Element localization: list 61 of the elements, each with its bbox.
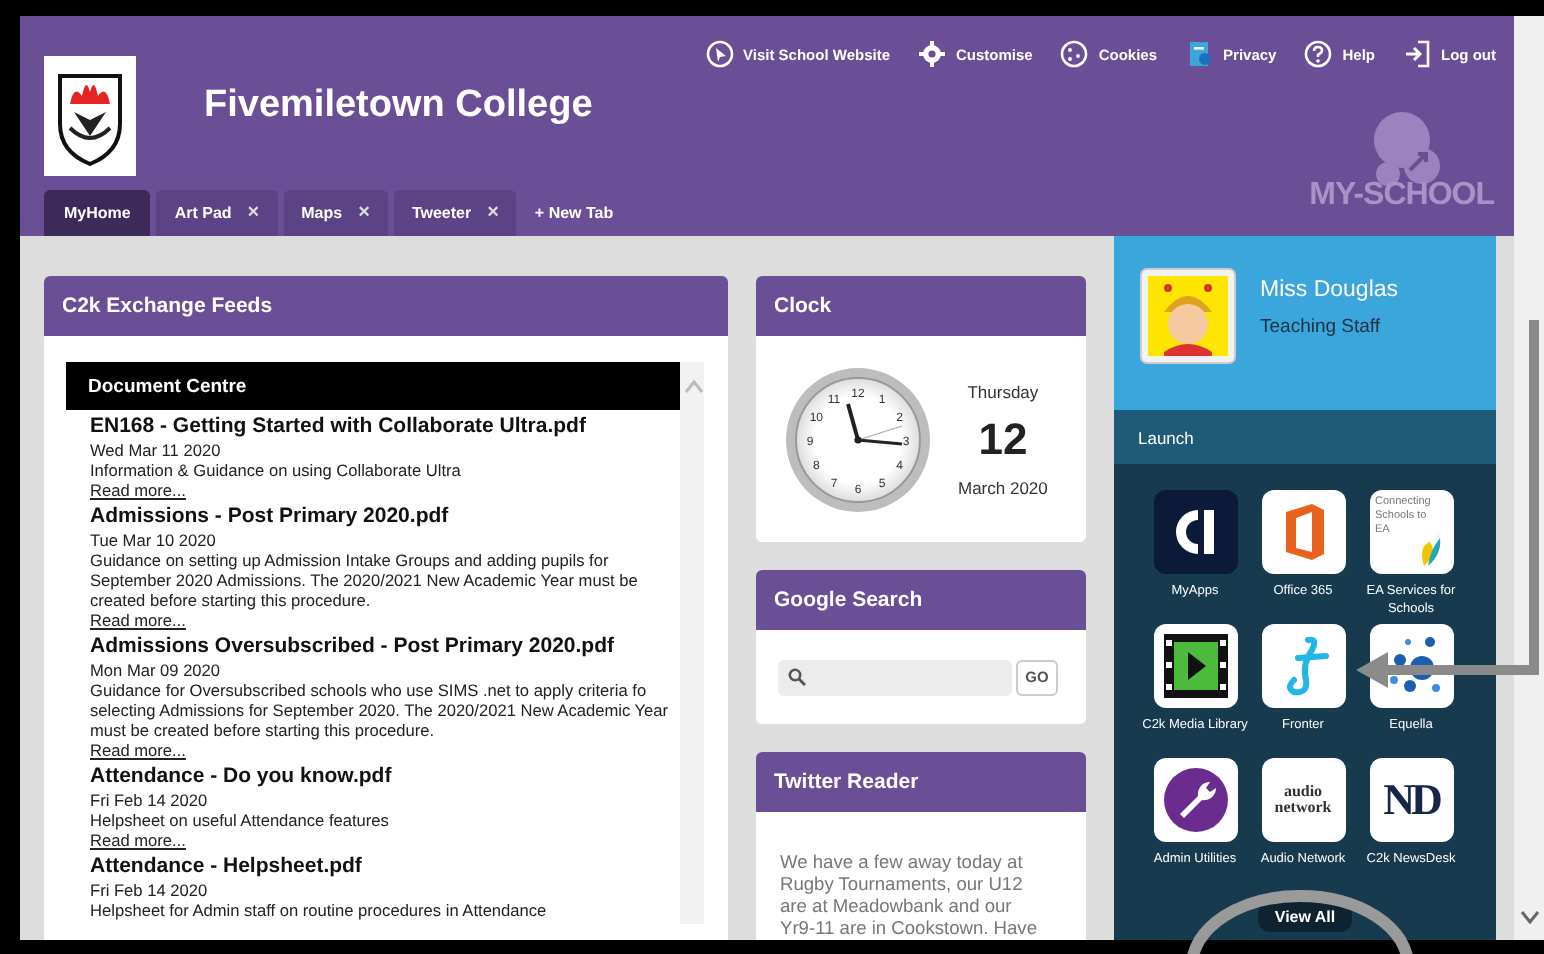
panel-title: C2k Exchange Feeds — [44, 276, 728, 336]
tab[interactable]: Maps × — [283, 190, 388, 236]
app-logo-icon[interactable]: ND — [1369, 758, 1453, 842]
search-icon — [788, 668, 806, 686]
feed-item-description: Helpsheet for Admin staff on routine procedures in Attendance — [90, 900, 549, 920]
day-number: 12 — [978, 413, 1028, 465]
wrench-icon[interactable] — [1153, 758, 1237, 842]
scroll-down-icon — [1519, 910, 1539, 924]
scroll-up-icon — [684, 378, 704, 394]
feed-item-description: Information & Guidance on using Collaborate Ultra — [90, 460, 463, 480]
tab[interactable]: Tweeter × — [393, 190, 517, 236]
panel-title: Clock — [756, 276, 1086, 336]
view-all-button[interactable]: View All — [1258, 902, 1352, 932]
school-crest-icon — [44, 56, 136, 176]
cookie-icon — [1060, 40, 1089, 68]
brand-logo-text: MY-SCHOOL — [1309, 178, 1494, 214]
logout-icon — [1403, 40, 1431, 68]
panel-title: Google Search — [756, 570, 1086, 630]
read-more-link[interactable]: Read more... — [90, 480, 186, 500]
read-more-link[interactable]: Read more... — [90, 610, 186, 630]
feed-item-date: Fri Feb 14 2020 — [90, 790, 210, 810]
app-logo-icon[interactable]: audio network — [1261, 758, 1345, 842]
tweet-text: We have a few away today at Rugby Tournaments, our U12 are at Meadowbank and our Yr9-11 are in Cookstown. Have — [778, 850, 1039, 940]
close-icon[interactable]: × — [247, 202, 260, 224]
feed-item-title[interactable]: Attendance - Helpsheet.pdf — [90, 854, 680, 880]
feed-item-title[interactable]: EN168 - Getting Started with Collaborate Ultra.pdf — [90, 414, 680, 440]
feed-item-title[interactable]: Attendance - Do you know.pdf — [90, 764, 680, 790]
weekday-text: Thursday — [967, 381, 1039, 401]
close-icon[interactable]: × — [358, 202, 370, 224]
school-name: Fivemiletown College — [204, 84, 593, 128]
new-tab-button[interactable]: + New Tab — [522, 190, 626, 236]
user-name: Miss Douglas — [1260, 278, 1399, 302]
document-icon — [1185, 40, 1214, 68]
read-more-link[interactable]: Read more... — [90, 830, 186, 850]
read-more-link[interactable]: Read more... — [90, 740, 186, 760]
cursor-icon — [705, 40, 733, 68]
tab[interactable]: MyHome — [44, 190, 151, 236]
feed-item-date: Mon Mar 09 2020 — [90, 660, 223, 680]
launch-heading: Launch — [1114, 410, 1496, 464]
feed-section-title: Document Centre — [66, 362, 680, 410]
app-logo-icon[interactable] — [1153, 490, 1237, 574]
feed-item-date: Fri Feb 14 2020 — [90, 880, 210, 900]
feed-item-description: Guidance on setting up Admission Intake Groups and adding pupils for September 2020 Admissions. The 2020/2021 New Academic Year must be created before starting this procedure. — [90, 550, 640, 610]
swirl-logo-icon[interactable] — [1261, 624, 1345, 708]
feed-item-description: Guidance for Oversubscribed schools who use SIMS .net to apply criteria fo selecting Admissions for September 2020. The 2020/2021 New Academic Year must be created before starting this procedure. — [90, 680, 671, 740]
panel-title: Twitter Reader — [756, 752, 1086, 812]
user-role: Teaching Staff — [1260, 316, 1383, 338]
tab[interactable]: Art Pad × — [156, 190, 278, 236]
feed-item-date: Tue Mar 10 2020 — [90, 530, 218, 550]
help-icon — [1304, 40, 1333, 68]
feed-item-title[interactable]: Admissions Oversubscribed - Post Primary 2020.pdf — [90, 634, 680, 660]
avatar-icon — [1140, 268, 1236, 364]
close-icon[interactable]: × — [487, 202, 499, 224]
settings-icon — [918, 40, 946, 68]
film-play-icon[interactable] — [1153, 624, 1237, 708]
feed-item-title[interactable]: Admissions - Post Primary 2020.pdf — [90, 504, 680, 530]
feed-item-description: Helpsheet on useful Attendance features — [90, 810, 391, 830]
office-logo-icon[interactable] — [1261, 490, 1345, 574]
search-field[interactable] — [778, 659, 1012, 695]
feed-item-date: Wed Mar 11 2020 — [90, 440, 223, 460]
month-year-text: March 2020 — [958, 477, 1048, 497]
